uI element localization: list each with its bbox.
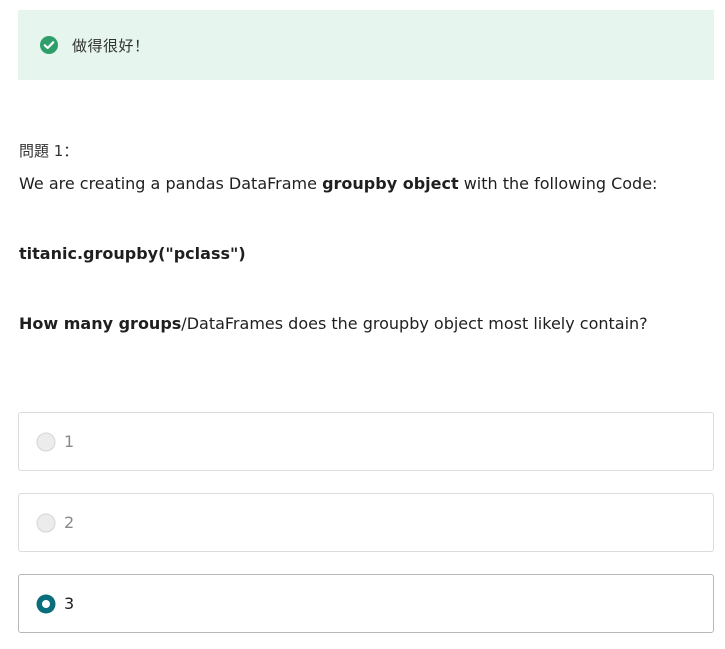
- question-prompt-bold: How many groups: [19, 314, 182, 333]
- radio-unselected-icon[interactable]: [36, 513, 56, 533]
- answer-option-label: 1: [64, 432, 75, 451]
- question-number: 問題 1：: [19, 142, 79, 160]
- answer-option-1[interactable]: 1: [18, 412, 714, 471]
- question-code: titanic.groupby("pclass"): [19, 244, 246, 263]
- question-prompt-rest: /DataFrames does the groupby object most…: [181, 314, 648, 333]
- question-prompt: How many groups/DataFrames does the grou…: [19, 314, 648, 333]
- answer-option-label: 3: [64, 594, 75, 613]
- answer-option-2[interactable]: 2: [18, 493, 714, 552]
- answer-option-3[interactable]: 3: [18, 574, 714, 633]
- feedback-text: 做得很好！: [72, 36, 150, 55]
- feedback-banner: 做得很好！: [18, 10, 714, 80]
- question-text-line: We are creating a pandas DataFrame group…: [19, 174, 657, 193]
- question-text-part: We are creating a pandas DataFrame: [19, 174, 323, 193]
- radio-selected-icon[interactable]: [36, 594, 56, 614]
- question-text-bold: groupby object: [322, 174, 459, 193]
- check-circle-icon: [40, 36, 58, 54]
- radio-unselected-icon[interactable]: [36, 432, 56, 452]
- answer-option-label: 2: [64, 513, 75, 532]
- question-text-part: with the following Code:: [458, 174, 658, 193]
